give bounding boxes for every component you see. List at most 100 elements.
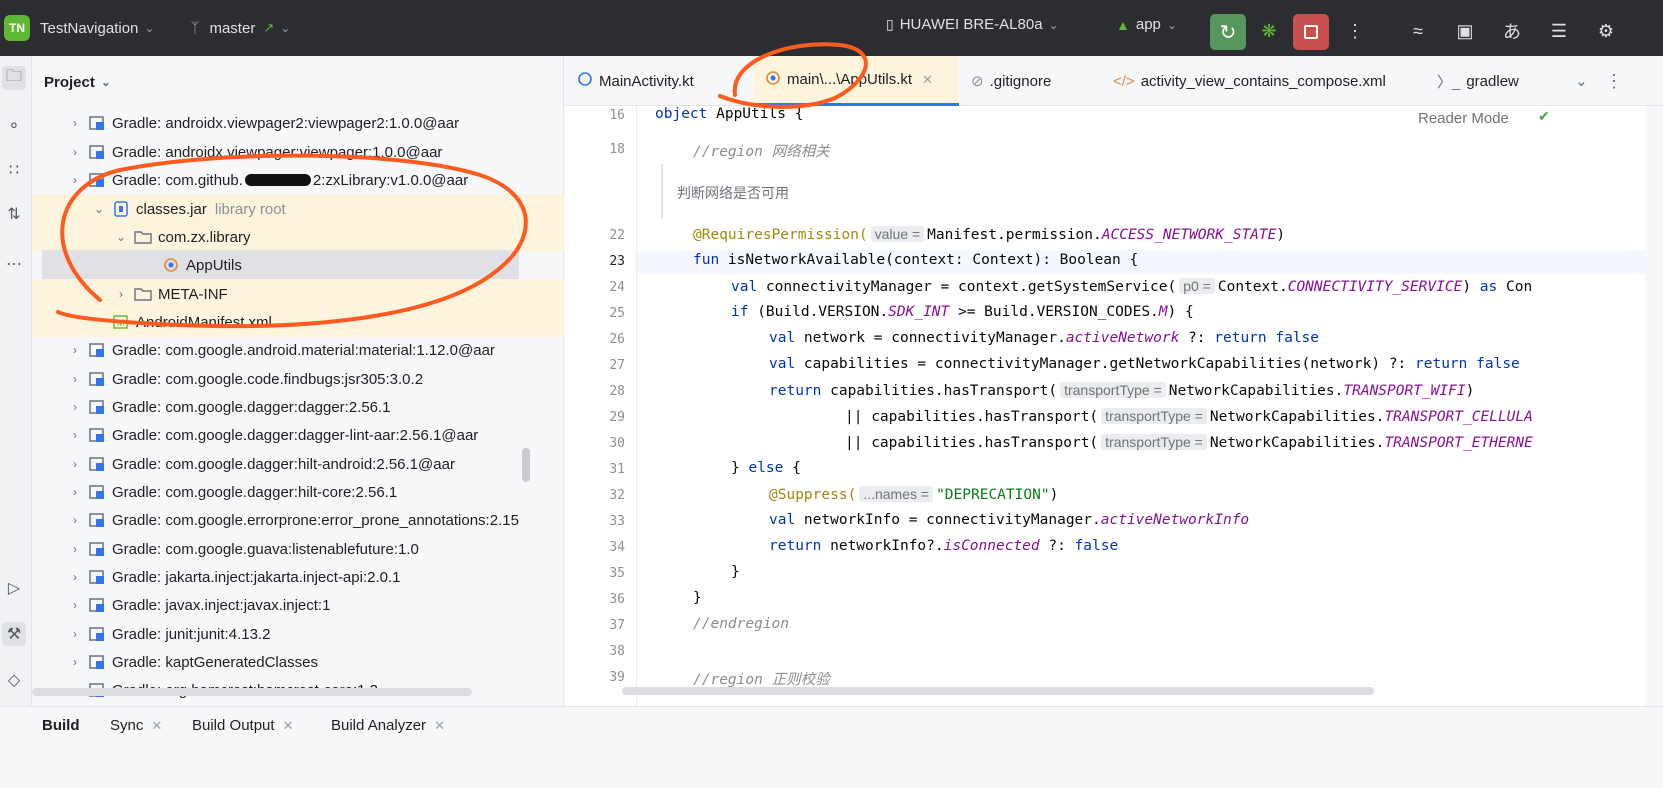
- tab-label: Build Output: [192, 717, 275, 734]
- folder-icon: [134, 286, 152, 302]
- rerun-button[interactable]: ↻: [1210, 14, 1246, 50]
- device-manager-button[interactable]: ▣: [1452, 18, 1478, 44]
- project-vertical-scrollbar[interactable]: [522, 448, 530, 482]
- tab-build-analyzer[interactable]: Build Analyzer ✕: [331, 717, 445, 734]
- tree-row[interactable]: ⌄ com.zx.library: [32, 222, 564, 252]
- redacted-mark: [244, 174, 311, 186]
- param-hint: value =: [870, 226, 925, 242]
- editor-horizontal-scrollbar[interactable]: [622, 687, 1374, 695]
- close-icon[interactable]: ✕: [922, 72, 933, 88]
- pull-requests-tool-button[interactable]: ⇅: [2, 202, 26, 226]
- tree-row-label: Gradle: javax.inject:javax.inject:1: [112, 596, 331, 614]
- tree-row[interactable]: › META-INF: [32, 279, 564, 309]
- tree-row[interactable]: › Gradle: com.google.errorprone:error_pr…: [32, 505, 564, 535]
- profiler-icon: ≈: [1413, 20, 1423, 41]
- tab-gitignore[interactable]: ⊘ .gitignore: [971, 56, 1051, 106]
- code-line-22: @RequiresPermission(value = Manifest.perm…: [693, 226, 1286, 243]
- title-bar: TN TestNavigation ⌄ ᛉ master ↗ ⌄ ▯ HUAWE…: [0, 0, 1663, 56]
- tree-row-selected[interactable]: AppUtils: [42, 250, 519, 280]
- run-config-selector[interactable]: ▲ app ⌄: [1116, 16, 1177, 33]
- structure-tool-button[interactable]: ∷: [2, 158, 26, 182]
- more-actions-button[interactable]: ⋮: [1342, 18, 1368, 44]
- line-number: 18: [609, 142, 625, 157]
- translate-button[interactable]: あ: [1499, 18, 1525, 44]
- profiler-button[interactable]: ≈: [1405, 18, 1431, 44]
- tree-row[interactable]: › Gradle: kaptGeneratedClasses: [32, 647, 564, 677]
- close-icon[interactable]: ✕: [283, 718, 294, 734]
- logcat-button[interactable]: ☰: [1546, 18, 1572, 44]
- kotlin-object-icon: [162, 257, 180, 273]
- chevron-down-icon: ⌄: [100, 75, 111, 89]
- code-line-26: val network = connectivityManager.active…: [769, 330, 1320, 346]
- tabs-overflow-button[interactable]: ⌄: [1575, 56, 1588, 106]
- close-icon[interactable]: ✕: [434, 718, 445, 734]
- project-horizontal-scrollbar[interactable]: [32, 688, 472, 696]
- code-line-37: //endregion: [693, 616, 790, 632]
- close-icon[interactable]: ✕: [151, 718, 162, 734]
- tree-row[interactable]: › Gradle: androidx.viewpager2:viewpager2…: [32, 108, 564, 138]
- folder-icon: 🗀: [5, 67, 22, 85]
- tabs-more-button[interactable]: ⋮: [1605, 56, 1623, 106]
- project-selector[interactable]: TN TestNavigation ⌄: [4, 15, 154, 41]
- branch-selector[interactable]: ᛉ master ↗ ⌄: [190, 20, 290, 37]
- tree-row[interactable]: › Gradle: com.google.dagger:hilt-core:2.…: [32, 477, 564, 507]
- tab-gradlew[interactable]: 〉_ gradlew: [1437, 56, 1519, 106]
- tree-row[interactable]: ⌄ classes.jar library root: [32, 194, 564, 224]
- tree-row-label: Gradle: com.github.: [112, 171, 243, 189]
- gem-icon: ◇: [7, 672, 21, 689]
- gem-tool-button[interactable]: ◇: [2, 668, 26, 692]
- tree-row-label: com.zx.library: [158, 228, 251, 246]
- tab-mainactivity[interactable]: MainActivity.kt: [577, 56, 694, 106]
- code-editor[interactable]: 16 18 22 23 24 25 26 27 28 29 30 31 32 3…: [565, 106, 1645, 736]
- chevron-right-icon: ›: [73, 513, 77, 527]
- editor-vertical-scrollbar[interactable]: [1652, 106, 1663, 736]
- tree-row[interactable]: › Gradle: com.google.dagger:dagger:2.56.…: [32, 392, 564, 422]
- tree-row[interactable]: › Gradle: com.google.dagger:hilt-android…: [32, 449, 564, 479]
- tab-label: main\...\AppUtils.kt: [787, 71, 913, 88]
- line-number: 25: [609, 306, 625, 321]
- tree-row[interactable]: › Gradle: junit:junit:4.13.2: [32, 619, 564, 649]
- build-tool-button[interactable]: ⚒: [2, 622, 26, 646]
- chevron-right-icon: ›: [73, 627, 77, 641]
- project-panel-header[interactable]: Project ⌄: [32, 56, 563, 108]
- settings-button[interactable]: ⚙: [1593, 18, 1619, 44]
- project-tool-button[interactable]: 🗀: [2, 66, 26, 90]
- tree-row[interactable]: › Gradle: javax.inject:javax.inject:1: [32, 590, 564, 620]
- line-number: 34: [609, 540, 625, 555]
- run-tool-button[interactable]: ▷: [2, 576, 26, 600]
- stop-button[interactable]: [1293, 14, 1329, 50]
- tree-row[interactable]: › Gradle: com.google.code.findbugs:jsr30…: [32, 364, 564, 394]
- tab-label: gradlew: [1466, 72, 1519, 90]
- translate-icon: あ: [1503, 22, 1521, 42]
- code-line-28: return capabilities.hasTransport(transpo…: [769, 382, 1475, 399]
- tab-sync[interactable]: Sync ✕: [110, 717, 162, 734]
- branch-name: master: [209, 19, 256, 37]
- library-icon: [88, 144, 106, 160]
- tab-build[interactable]: Build: [42, 717, 80, 734]
- tab-apputils[interactable]: main\...\AppUtils.kt ✕: [753, 56, 959, 106]
- tab-build-output[interactable]: Build Output ✕: [192, 717, 293, 734]
- tree-row[interactable]: › Gradle: androidx.viewpager:viewpager:1…: [32, 137, 564, 167]
- tree-row[interactable]: › Gradle: com.google.android.material:ma…: [32, 335, 564, 365]
- commit-tool-button[interactable]: ⚬: [2, 114, 26, 138]
- device-selector[interactable]: ▯ HUAWEI BRE-AL80a ⌄: [886, 16, 1059, 33]
- reader-mode-toggle[interactable]: Reader Mode: [1418, 106, 1509, 130]
- tab-activity-xml[interactable]: </> activity_view_contains_compose.xml: [1113, 56, 1386, 106]
- more-tools-button[interactable]: ⋯: [2, 252, 26, 276]
- tab-label: Build Analyzer: [331, 717, 427, 734]
- tree-row[interactable]: › Gradle: com.google.guava:listenablefut…: [32, 534, 564, 564]
- tree-row-label: Gradle: junit:junit:4.13.2: [112, 625, 271, 643]
- tree-row[interactable]: M AndroidManifest.xml: [32, 307, 564, 337]
- chevron-right-icon: ›: [73, 655, 77, 669]
- debug-button[interactable]: ❋: [1256, 18, 1282, 44]
- tree-row-label: Gradle: com.google.android.material:mate…: [112, 341, 495, 359]
- branch-icon: ᛉ: [190, 19, 200, 37]
- jar-icon: [112, 201, 130, 217]
- run-config-name: app: [1135, 16, 1161, 33]
- doc-comment: 判断网络是否可用: [661, 164, 1541, 218]
- tree-row[interactable]: › Gradle: com.google.dagger:dagger-lint-…: [32, 420, 564, 450]
- tree-row[interactable]: › Gradle: com.github. 2:zxLibrary:v1.0.0…: [32, 165, 564, 195]
- editor-tabs: MainActivity.kt main\...\AppUtils.kt ✕ ⊘…: [565, 56, 1663, 106]
- chevron-right-icon: ›: [73, 428, 77, 442]
- tree-row[interactable]: › Gradle: jakarta.inject:jakarta.inject-…: [32, 562, 564, 592]
